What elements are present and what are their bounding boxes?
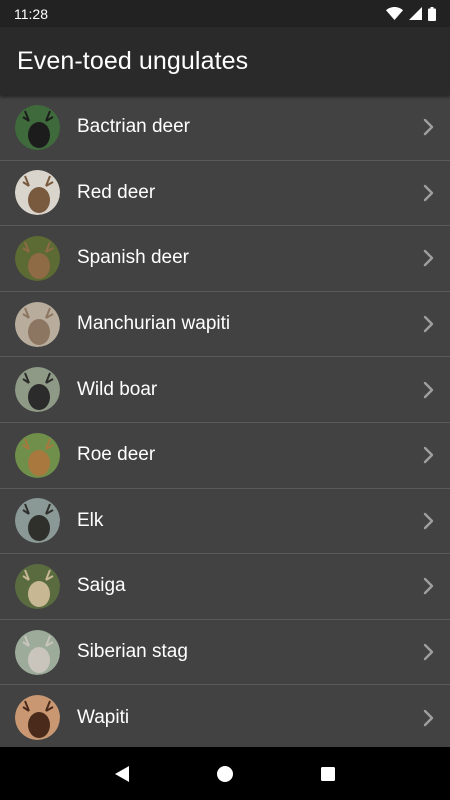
list-item-label: Wild boar <box>77 378 158 400</box>
list-item[interactable]: Bactrian deer <box>0 95 450 161</box>
battery-icon <box>428 6 436 21</box>
app-bar: Even-toed ungulates <box>0 27 450 95</box>
siberian-stag-avatar <box>15 629 60 675</box>
chevron-right-icon <box>414 446 444 464</box>
wapiti-avatar <box>15 695 60 741</box>
saiga-avatar <box>15 563 60 609</box>
chevron-right-icon <box>414 643 444 661</box>
spanish-deer-avatar <box>15 235 60 281</box>
list-item-label: Elk <box>77 509 104 531</box>
chevron-right-icon <box>414 184 444 202</box>
list-item[interactable]: Saiga <box>0 554 450 620</box>
bactrian-deer-avatar <box>15 104 60 150</box>
list-item-label: Siberian stag <box>77 641 188 663</box>
list-item-label: Saiga <box>77 575 126 597</box>
manchurian-wapiti-avatar <box>15 301 60 347</box>
roe-deer-avatar <box>15 432 60 478</box>
back-icon <box>114 765 129 782</box>
recents-icon <box>321 766 336 781</box>
navigation-bar <box>0 747 450 800</box>
chevron-right-icon <box>414 709 444 727</box>
recents-button[interactable] <box>308 754 348 794</box>
list-item[interactable]: Red deer <box>0 161 450 227</box>
status-bar: 11:28 <box>0 0 450 27</box>
list-item[interactable]: Wapiti <box>0 685 450 747</box>
list-item-label: Red deer <box>77 181 156 203</box>
list-item-label: Bactrian deer <box>77 116 191 138</box>
list-item-label: Manchurian wapiti <box>77 313 231 335</box>
wifi-icon <box>386 7 403 20</box>
chevron-right-icon <box>414 512 444 530</box>
list-item[interactable]: Spanish deer <box>0 226 450 292</box>
list-item-label: Wapiti <box>77 706 130 728</box>
page-title: Even-toed ungulates <box>17 46 249 75</box>
chevron-right-icon <box>414 315 444 333</box>
wild-boar-avatar <box>15 367 60 413</box>
elk-avatar <box>15 498 60 544</box>
list-item[interactable]: Elk <box>0 489 450 555</box>
home-icon <box>216 765 233 782</box>
chevron-right-icon <box>414 118 444 136</box>
animal-list: Bactrian deer Red deer Spanish deer Manchur… <box>0 95 450 747</box>
chevron-right-icon <box>414 249 444 267</box>
red-deer-avatar <box>15 170 60 216</box>
status-icons <box>386 6 436 21</box>
chevron-right-icon <box>414 577 444 595</box>
list-item-label: Roe deer <box>77 444 156 466</box>
signal-icon <box>409 7 422 20</box>
list-item[interactable]: Roe deer <box>0 423 450 489</box>
list-item[interactable]: Siberian stag <box>0 620 450 686</box>
status-time: 11:28 <box>14 5 48 22</box>
home-button[interactable] <box>205 754 245 794</box>
chevron-right-icon <box>414 381 444 399</box>
list-item-label: Spanish deer <box>77 247 189 269</box>
list-item[interactable]: Wild boar <box>0 357 450 423</box>
back-button[interactable] <box>102 754 142 794</box>
list-item[interactable]: Manchurian wapiti <box>0 292 450 358</box>
